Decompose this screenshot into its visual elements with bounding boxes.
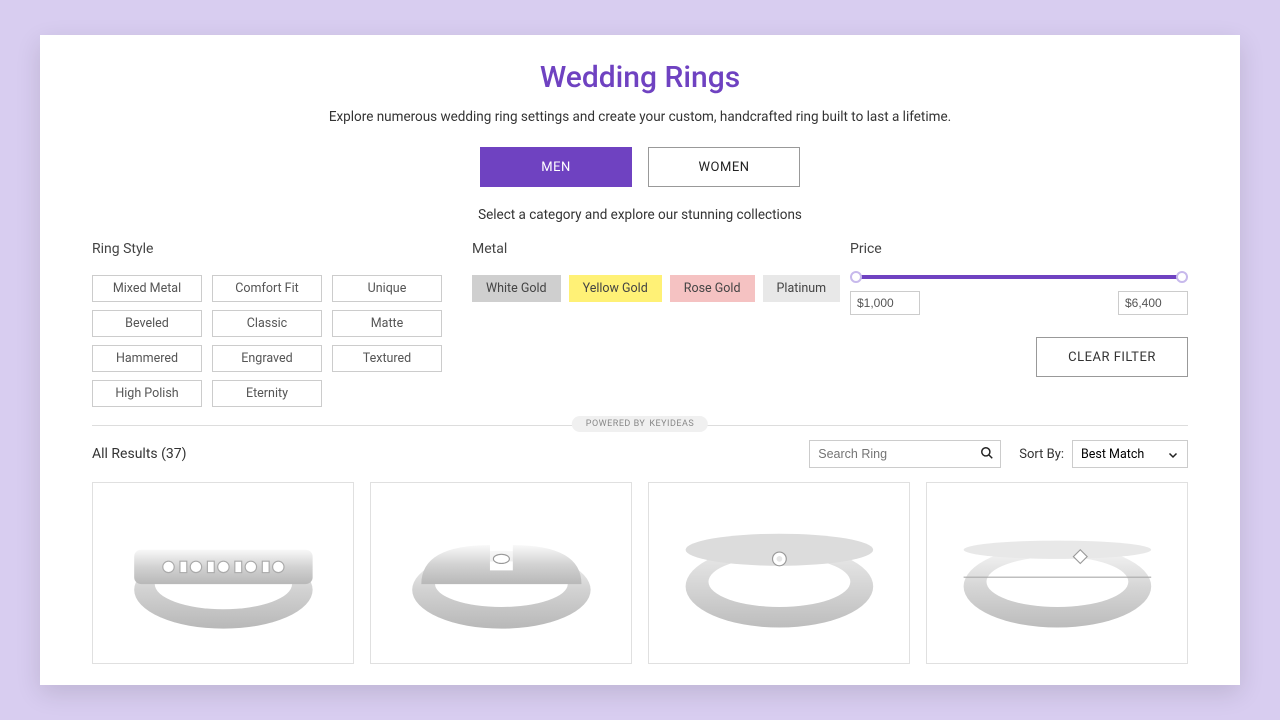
product-grid <box>92 482 1188 664</box>
style-option[interactable]: Beveled <box>92 310 202 337</box>
metal-yellow-gold[interactable]: Yellow Gold <box>569 275 662 302</box>
filter-ring-style: Ring Style Mixed Metal Comfort Fit Uniqu… <box>92 241 472 407</box>
product-card[interactable] <box>370 482 632 664</box>
style-option[interactable]: Classic <box>212 310 322 337</box>
main-panel: Wedding Rings Explore numerous wedding r… <box>40 35 1240 685</box>
style-option[interactable]: Comfort Fit <box>212 275 322 302</box>
helper-text: Select a category and explore our stunni… <box>92 207 1188 223</box>
tab-men[interactable]: MEN <box>480 147 632 187</box>
style-option[interactable]: Hammered <box>92 345 202 372</box>
style-option[interactable]: Textured <box>332 345 442 372</box>
tab-women[interactable]: WOMEN <box>648 147 800 187</box>
ring-image <box>665 504 894 641</box>
price-max-input[interactable] <box>1118 291 1188 315</box>
style-option[interactable]: Eternity <box>212 380 322 407</box>
price-min-input[interactable] <box>850 291 920 315</box>
style-option[interactable]: High Polish <box>92 380 202 407</box>
filter-price: Price CLEAR FILTER <box>850 241 1188 407</box>
style-option[interactable]: Engraved <box>212 345 322 372</box>
metal-platinum[interactable]: Platinum <box>763 275 841 302</box>
ring-style-label: Ring Style <box>92 241 472 257</box>
powered-brand: KEYIDEAS <box>649 419 694 429</box>
product-card[interactable] <box>648 482 910 664</box>
results-bar: All Results (37) Sort By: Best Match <box>92 440 1188 468</box>
results-count: All Results (37) <box>92 446 809 462</box>
sort-label: Sort By: <box>1019 447 1064 462</box>
style-option[interactable]: Matte <box>332 310 442 337</box>
search-icon[interactable] <box>980 446 994 460</box>
slider-handle-min[interactable] <box>850 271 862 283</box>
metal-label: Metal <box>472 241 850 257</box>
page-subtitle: Explore numerous wedding ring settings a… <box>92 109 1188 125</box>
product-card[interactable] <box>926 482 1188 664</box>
ring-image <box>109 504 338 641</box>
sort-selected-value: Best Match <box>1081 447 1144 462</box>
price-label: Price <box>850 241 1188 257</box>
product-card[interactable] <box>92 482 354 664</box>
slider-handle-max[interactable] <box>1176 271 1188 283</box>
ring-image <box>943 504 1172 641</box>
price-slider[interactable] <box>854 275 1184 279</box>
ring-image <box>387 504 616 641</box>
filter-metal: Metal White Gold Yellow Gold Rose Gold P… <box>472 241 850 407</box>
powered-prefix: POWERED BY <box>586 419 646 429</box>
chevron-down-icon <box>1167 449 1179 461</box>
gender-tabs: MEN WOMEN <box>92 147 1188 187</box>
divider: POWERED BY KEYIDEAS <box>92 425 1188 426</box>
page-title: Wedding Rings <box>92 60 1188 95</box>
clear-filter-button[interactable]: CLEAR FILTER <box>1036 337 1188 377</box>
search-wrap <box>809 440 1001 468</box>
powered-badge: POWERED BY KEYIDEAS <box>572 416 708 432</box>
style-option[interactable]: Unique <box>332 275 442 302</box>
metal-white-gold[interactable]: White Gold <box>472 275 561 302</box>
search-input[interactable] <box>809 440 1001 468</box>
filters-row: Ring Style Mixed Metal Comfort Fit Uniqu… <box>92 241 1188 407</box>
metal-row: White Gold Yellow Gold Rose Gold Platinu… <box>472 275 850 302</box>
sort-select[interactable]: Best Match <box>1072 440 1188 468</box>
style-option[interactable]: Mixed Metal <box>92 275 202 302</box>
metal-rose-gold[interactable]: Rose Gold <box>670 275 755 302</box>
ring-style-grid: Mixed Metal Comfort Fit Unique Beveled C… <box>92 275 472 407</box>
